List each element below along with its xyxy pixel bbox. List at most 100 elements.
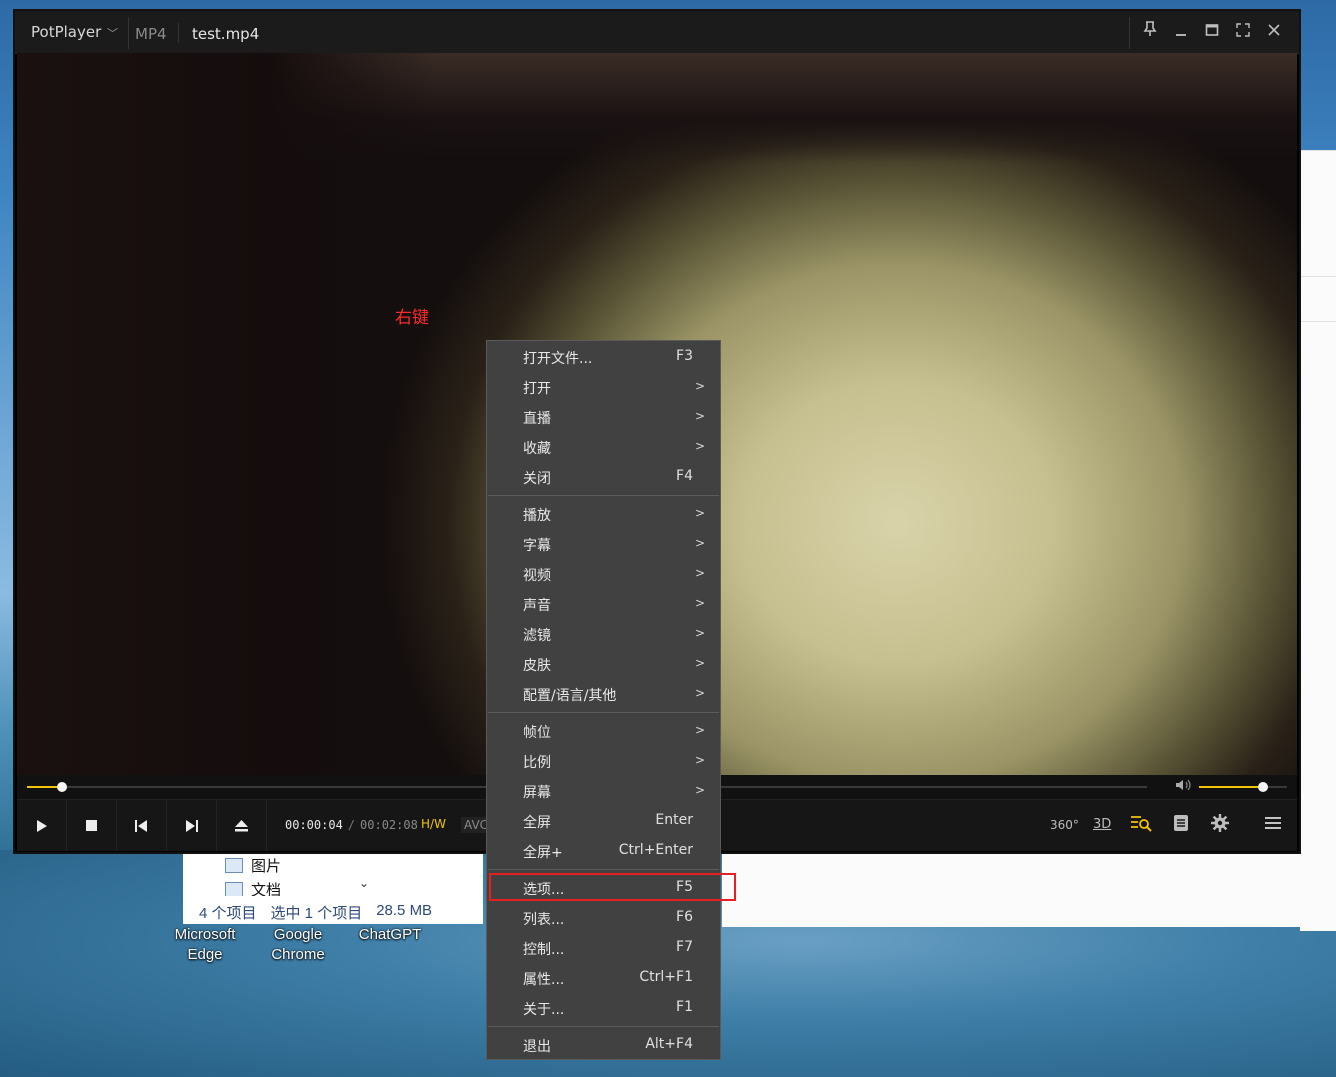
menu-item-shortcut: F4 [676,468,693,484]
selected-count: 选中 1 个项目 [270,905,363,922]
menu-item-shortcut: Ctrl+Enter [618,842,693,858]
menu-item-close[interactable]: 关闭 F4 [487,462,720,492]
desktop-icon-label: Chrome [271,946,325,963]
menu-item-label: 属性... [523,972,565,988]
title-bar[interactable]: PotPlayer ﹀ MP4 test.mp4 [15,11,1299,54]
explorer-item-pictures[interactable]: 图片 [225,855,281,876]
submenu-arrow-icon: > [694,626,705,640]
video-frame-shade [17,53,437,775]
previous-button[interactable] [117,800,167,851]
desktop-icon-label: Edge [187,946,223,963]
submenu-arrow-icon: > [694,753,705,767]
volume-icon[interactable] [1175,778,1191,796]
menu-item-label: 播放 [523,508,551,524]
menu-item-label: 滤镜 [523,628,551,644]
hardware-decode-badge[interactable]: H/W [421,817,446,831]
menu-item-shortcut: F1 [676,999,693,1015]
menu-item-favorites[interactable]: 收藏 > [487,432,720,462]
menu-item-playback[interactable]: 播放 > [487,499,720,529]
menu-item-label: 字幕 [523,538,551,554]
menu-item-shortcut: Enter [655,812,693,828]
format-label: MP4 [135,25,167,43]
eject-button[interactable] [217,800,267,851]
menu-item-label: 控制... [523,942,565,958]
volume-handle[interactable] [1258,782,1269,792]
highlight-box-options [489,873,736,901]
file-explorer-fragment: 图片 文档 ⌄ 4 个项目 选中 1 个项目 28.5 MB [183,852,483,924]
selected-size: 28.5 MB [376,902,433,919]
menu-item-properties[interactable]: 属性... Ctrl+F1 [487,963,720,993]
menu-item-label: 屏幕 [523,785,551,801]
menu-item-shortcut: Alt+F4 [645,1036,693,1052]
maximize-icon[interactable] [1201,21,1223,43]
menu-item-skins[interactable]: 皮肤 > [487,649,720,679]
menu-item-label: 配置/语言/其他 [523,688,617,704]
vr-360-button[interactable]: 360° [1050,814,1079,836]
seek-handle[interactable] [56,782,67,792]
menu-item-frame[interactable]: 帧位 > [487,716,720,746]
menu-item-config-language[interactable]: 配置/语言/其他 > [487,679,720,709]
menu-item-screen[interactable]: 屏幕 > [487,776,720,806]
time-display[interactable]: 00:00:04/00:02:08 [285,818,418,832]
menu-item-label: 退出 [523,1039,551,1055]
submenu-arrow-icon: > [694,439,705,453]
submenu-arrow-icon: > [694,379,705,393]
menu-item-label: 视频 [523,568,551,584]
submenu-arrow-icon: > [694,723,705,737]
menu-item-subtitles[interactable]: 字幕 > [487,529,720,559]
app-menu-button[interactable]: PotPlayer [31,23,101,41]
desktop-icon-chrome[interactable]: Google Chrome [258,925,338,965]
menu-item-video[interactable]: 视频 > [487,559,720,589]
divider [1129,17,1130,49]
menu-item-label: 收藏 [523,441,551,457]
menu-item-open[interactable]: 打开 > [487,372,720,402]
explorer-item-label: 文档 [251,882,282,896]
menu-separator [488,712,719,713]
menu-item-filters[interactable]: 滤镜 > [487,619,720,649]
total-time: 00:02:08 [360,818,418,832]
pin-icon[interactable] [1139,21,1161,43]
menu-item-label: 声音 [523,598,551,614]
chevron-down-icon[interactable]: ﹀ [107,25,118,41]
menu-item-label: 打开 [523,381,551,397]
menu-item-label: 列表... [523,912,565,928]
menu-item-control[interactable]: 控制... F7 [487,933,720,963]
explorer-status-bar: 4 个项目 选中 1 个项目 28.5 MB [183,902,499,923]
menu-item-shortcut: F7 [676,939,693,955]
divider [178,23,179,43]
close-icon[interactable] [1263,21,1285,43]
menu-item-audio[interactable]: 声音 > [487,589,720,619]
menu-separator [488,869,719,870]
menu-item-label: 全屏+ [523,845,563,861]
chevron-down-icon[interactable]: ⌄ [359,876,373,896]
menu-item-exit[interactable]: 退出 Alt+F4 [487,1030,720,1060]
next-button[interactable] [167,800,217,851]
desktop-icon-label: ChatGPT [358,926,422,943]
menu-item-open-file[interactable]: 打开文件... F3 [487,342,720,372]
minimize-icon[interactable] [1170,21,1192,43]
fullscreen-icon[interactable] [1232,21,1254,43]
menu-item-label: 皮肤 [523,658,551,674]
menu-item-playlist[interactable]: 列表... F6 [487,903,720,933]
main-menu-icon[interactable] [1265,814,1281,836]
menu-item-aspect-ratio[interactable]: 比例 > [487,746,720,776]
volume-level [1199,786,1264,788]
item-count: 4 个项目 [199,905,257,922]
stop-button[interactable] [67,800,117,851]
menu-item-about[interactable]: 关于... F1 [487,993,720,1023]
playlist-search-icon[interactable] [1130,814,1152,836]
context-menu: 打开文件... F3 打开 > 直播 > 收藏 > 关闭 F4 播放 > 字幕 > 视频 > 声… [486,340,721,1060]
menu-item-live[interactable]: 直播 > [487,402,720,432]
menu-item-fullscreen-plus[interactable]: 全屏+ Ctrl+Enter [487,836,720,866]
explorer-item-documents[interactable]: 文档 [225,882,281,896]
playlist-icon[interactable] [1173,814,1189,836]
3d-button[interactable]: 3D [1093,814,1111,836]
menu-item-fullscreen[interactable]: 全屏 Enter [487,806,720,836]
settings-gear-icon[interactable] [1211,814,1229,836]
play-button[interactable] [17,800,67,851]
menu-item-shortcut: F6 [676,909,693,925]
submenu-arrow-icon: > [694,506,705,520]
desktop-icon-chatgpt[interactable]: ChatGPT [350,925,430,945]
desktop-icon-label: Google [273,926,323,943]
desktop-icon-edge[interactable]: Microsoft Edge [165,925,245,965]
